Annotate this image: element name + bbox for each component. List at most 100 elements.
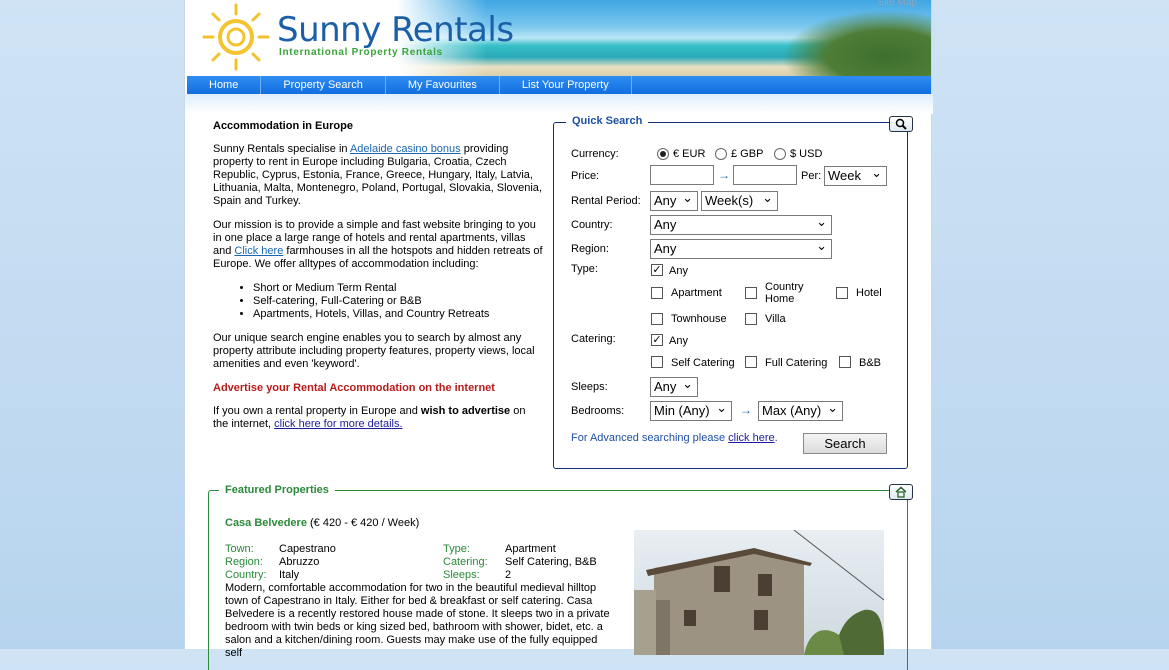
intro-section: Accommodation in Europe Sunny Rentals sp… [213, 120, 543, 442]
currency-usd-radio[interactable] [774, 148, 786, 160]
price-min-input[interactable] [650, 165, 714, 185]
town-value: Capestrano [279, 543, 336, 555]
site-header: Sunny Rentals International Property Ren… [187, 0, 931, 76]
currency-eur-label: € EUR [673, 148, 706, 160]
rental-period-unit-select[interactable]: Week(s) [701, 189, 778, 211]
town-label: Town: [225, 543, 254, 555]
brand-tagline: International Property Rentals [279, 47, 443, 58]
property-title: Casa Belvedere (€ 420 - € 420 / Week) [225, 517, 419, 529]
type-label-detail: Type: [443, 543, 470, 555]
main-nav: Home Property Search My Favourites List … [187, 76, 931, 94]
sleeps-value: 2 [505, 569, 512, 581]
region-label-detail: Region: [225, 556, 263, 568]
quick-search-panel: Quick Search Currency: € EUR £ GBP $ USD… [553, 115, 913, 469]
site-map-link[interactable]: Site Map [878, 0, 917, 8]
currency-label: Currency: [571, 148, 619, 160]
advertise-heading: Advertise your Rental Accommodation on t… [213, 382, 495, 394]
featured-properties-panel: Featured Properties Casa Belvedere (€ 42… [208, 484, 913, 670]
catering-any-checkbox[interactable]: ✓ [651, 334, 663, 346]
rental-period-select[interactable]: Any [650, 189, 698, 211]
accommodation-list: Short or Medium Term Rental Self-caterin… [213, 282, 543, 321]
list-item: Short or Medium Term Rental [253, 282, 543, 295]
type-country-home-checkbox[interactable] [745, 287, 757, 299]
advertise-bold: wish to advertise [420, 405, 511, 417]
featured-properties-title: Featured Properties [219, 484, 335, 496]
click-here-link[interactable]: Click here [234, 245, 283, 257]
bedrooms-label: Bedrooms: [571, 405, 625, 417]
currency-gbp-radio[interactable] [715, 148, 727, 160]
page-heading: Accommodation in Europe [213, 120, 353, 132]
currency-usd-label: $ USD [790, 148, 823, 160]
currency-gbp-label: £ GBP [731, 148, 764, 160]
quick-search-title: Quick Search [566, 115, 649, 127]
per-select[interactable]: Week [824, 164, 887, 186]
bedrooms-max-select[interactable]: Max (Any) [758, 399, 843, 421]
type-hotel-label: Hotel [856, 287, 882, 299]
more-details-link[interactable]: click here for more details. [274, 418, 402, 430]
type-label: Type: [571, 263, 598, 275]
type-hotel-checkbox[interactable] [836, 287, 848, 299]
banner-island [781, 10, 931, 76]
catering-bnb-checkbox[interactable] [839, 356, 851, 368]
catering-bnb-label: B&B [859, 357, 882, 369]
country-label: Country: [571, 219, 613, 231]
price-range-arrow-icon: → [718, 168, 730, 182]
catering-label-detail: Catering: [443, 556, 488, 568]
nav-shadow [185, 94, 933, 114]
stone-house-illustration [634, 530, 884, 655]
type-villa-label: Villa [765, 313, 786, 325]
currency-eur-radio[interactable] [657, 148, 669, 160]
type-apartment-label: Apartment [671, 287, 722, 299]
country-value: Italy [279, 569, 300, 581]
region-value: Abruzzo [279, 556, 320, 568]
list-item: Self-catering, Full-Catering or B&B [253, 295, 543, 308]
nav-my-favourites[interactable]: My Favourites [386, 76, 500, 94]
property-name-link[interactable]: Casa Belvedere [225, 517, 307, 529]
sun-logo-icon [202, 3, 270, 71]
type-villa-checkbox[interactable] [745, 313, 757, 325]
catering-full-checkbox[interactable] [745, 356, 757, 368]
type-country-home-label: Country Home [765, 281, 804, 305]
catering-self-label: Self Catering [671, 357, 735, 369]
country-select[interactable]: Any [650, 213, 832, 235]
list-item: Apartments, Hotels, Villas, and Country … [253, 308, 543, 321]
sleeps-label: Sleeps: [571, 381, 608, 393]
nav-home[interactable]: Home [187, 76, 262, 94]
type-any-checkbox[interactable]: ✓ [651, 264, 663, 276]
type-townhouse-checkbox[interactable] [651, 313, 663, 325]
mission-paragraph: Our mission is to provide a simple and f… [213, 219, 543, 271]
search-button[interactable]: Search [803, 433, 887, 454]
bedrooms-min-select[interactable]: Min (Any) [650, 399, 732, 421]
country-label-detail: Country: [225, 569, 267, 581]
region-select[interactable]: Any [650, 237, 832, 259]
search-engine-paragraph: Our unique search engine enables you to … [213, 332, 535, 370]
advertise-paragraph: If you own a rental property in Europe a… [213, 405, 543, 431]
magnifier-icon[interactable] [889, 116, 913, 132]
sleeps-label-detail: Sleeps: [443, 569, 480, 581]
rental-period-label: Rental Period: [571, 195, 641, 207]
type-value: Apartment [505, 543, 556, 555]
bedrooms-range-arrow-icon: → [740, 403, 752, 417]
nav-list-your-property[interactable]: List Your Property [500, 76, 632, 94]
property-description: Modern, comfortable accommodation for tw… [225, 582, 610, 659]
region-label: Region: [571, 243, 609, 255]
type-apartment-checkbox[interactable] [651, 287, 663, 299]
advanced-search-text: For Advanced searching please click here… [571, 432, 778, 444]
catering-self-checkbox[interactable] [651, 356, 663, 368]
catering-value: Self Catering, B&B [505, 556, 597, 568]
type-townhouse-label: Townhouse [671, 313, 727, 325]
price-max-input[interactable] [733, 165, 797, 185]
advanced-search-link[interactable]: click here [728, 432, 774, 444]
home-icon[interactable] [889, 484, 913, 500]
per-label: Per: [801, 170, 822, 182]
brand-name: Sunny Rentals [277, 10, 514, 50]
nav-property-search[interactable]: Property Search [261, 76, 386, 94]
sleeps-select[interactable]: Any [650, 375, 698, 397]
intro-paragraph: Sunny Rentals specialise in Adelaide cas… [213, 143, 543, 208]
catering-any-label: Any [669, 335, 688, 347]
property-photo[interactable] [634, 530, 884, 655]
casino-bonus-link[interactable]: Adelaide casino bonus [350, 143, 461, 155]
catering-label: Catering: [571, 333, 616, 345]
price-label: Price: [571, 170, 600, 182]
page-container: Sunny Rentals International Property Ren… [184, 0, 933, 670]
